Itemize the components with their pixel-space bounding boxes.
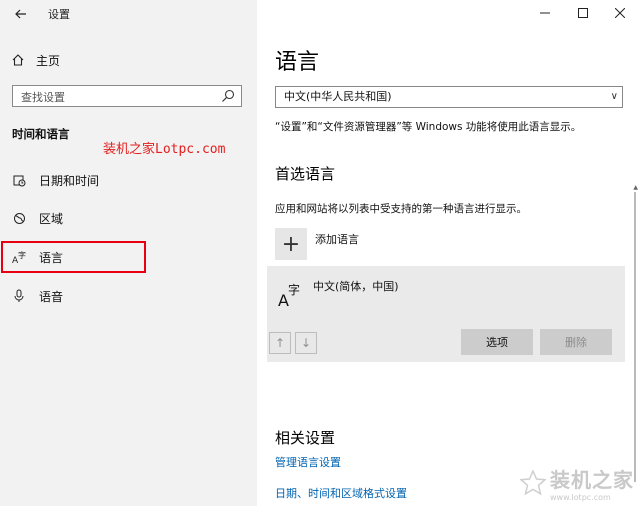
minimize-button[interactable] <box>525 2 565 24</box>
sidebar-item-label: 区域 <box>39 211 64 226</box>
window-title: 设置 <box>48 8 70 21</box>
maximize-icon <box>578 8 588 18</box>
display-language-select[interactable]: 中文(中华人民共和国) ∨ <box>275 86 623 108</box>
main-content: 语言 中文(中华人民共和国) ∨ “设置”和“文件资源管理器”等 Windows… <box>257 0 640 506</box>
options-button[interactable]: 选项 <box>461 329 533 355</box>
preferred-languages-heading: 首选语言 <box>275 165 336 183</box>
maximize-button[interactable] <box>563 2 603 24</box>
move-down-button[interactable]: ↓ <box>295 332 317 354</box>
watermark-title: 装机之家 <box>550 468 634 492</box>
add-language-button[interactable]: + 添加语言 <box>275 228 359 260</box>
search-icon[interactable] <box>220 88 236 104</box>
home-icon <box>12 54 24 66</box>
calendar-clock-icon <box>12 173 26 187</box>
home-link[interactable]: 主页 <box>12 50 60 70</box>
date-time-region-format-link[interactable]: 日期、时间和区域格式设置 <box>275 485 407 501</box>
minimize-icon <box>540 12 550 14</box>
preferred-languages-description: 应用和网站将以列表中受支持的第一种语言进行显示。 <box>275 203 527 215</box>
search-box[interactable] <box>12 85 242 108</box>
svg-text:字: 字 <box>288 282 300 297</box>
related-settings-heading: 相关设置 <box>275 429 336 447</box>
sidebar-item-region[interactable]: 区域 <box>12 208 63 228</box>
add-language-label: 添加语言 <box>315 233 359 246</box>
region-icon <box>12 211 26 225</box>
star-logo-icon <box>520 470 546 496</box>
microphone-icon <box>12 289 26 303</box>
language-list-item[interactable]: A 字 中文(简体，中国) ↑ ↓ 选项 删除 <box>267 266 625 362</box>
display-language-value: 中文(中华人民共和国) <box>284 90 392 103</box>
search-input[interactable] <box>13 87 221 108</box>
arrow-down-icon: ↓ <box>300 336 312 350</box>
scrollbar[interactable] <box>634 192 636 482</box>
language-name: 中文(简体，中国) <box>313 280 399 293</box>
chevron-down-icon: ∨ <box>610 91 618 102</box>
move-up-button[interactable]: ↑ <box>269 332 291 354</box>
close-button[interactable] <box>600 2 640 24</box>
sidebar: 设置 主页 时间和语言 装机之家Lotpc.com 日期和时间 区域 A字 语言… <box>0 0 257 506</box>
back-arrow-icon <box>15 9 26 19</box>
remove-button[interactable]: 删除 <box>540 329 612 355</box>
back-button[interactable] <box>8 4 34 24</box>
corner-watermark: 装机之家 www.lotpc.com <box>520 464 634 502</box>
watermark-url: www.lotpc.com <box>550 493 611 502</box>
sidebar-item-label: 日期和时间 <box>39 173 100 188</box>
language-glyph-icon: A 字 <box>278 282 300 308</box>
close-icon <box>615 8 625 18</box>
home-label: 主页 <box>36 53 61 68</box>
sidebar-item-speech[interactable]: 语音 <box>12 286 63 306</box>
manage-language-settings-link[interactable]: 管理语言设置 <box>275 454 341 470</box>
arrow-up-icon: ↑ <box>274 336 286 350</box>
sidebar-item-date-time[interactable]: 日期和时间 <box>12 170 99 190</box>
section-title: 时间和语言 <box>12 127 70 141</box>
display-language-description: “设置”和“文件资源管理器”等 Windows 功能将使用此语言显示。 <box>275 121 582 133</box>
selection-highlight-box <box>1 241 146 273</box>
scroll-up-arrow-icon[interactable]: ▲ <box>633 184 638 191</box>
watermark-text: 装机之家Lotpc.com <box>103 142 226 157</box>
plus-icon: + <box>275 228 307 260</box>
sidebar-item-label: 语音 <box>39 289 64 304</box>
page-title: 语言 <box>275 50 320 75</box>
